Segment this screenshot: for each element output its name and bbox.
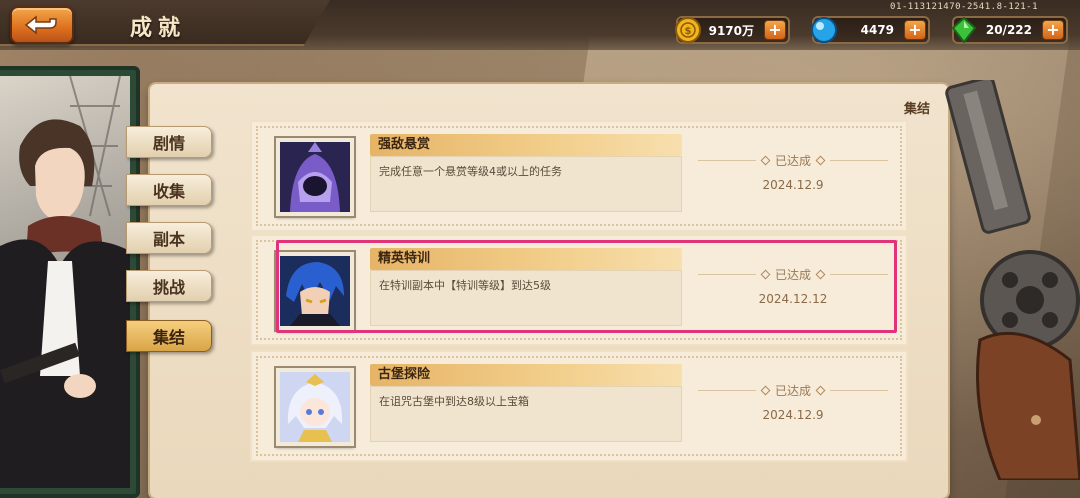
achievement-status: 已达成 [698, 150, 889, 170]
achievement-date: 2024.12.12 [758, 292, 828, 306]
stamina-resource: 20/222 + [951, 16, 1068, 44]
achievement-description: 完成任意一个悬赏等级4或以上的任务 [370, 156, 682, 212]
diamond-icon [760, 385, 771, 395]
status-text: 已达成 [775, 153, 812, 168]
divider [698, 389, 756, 391]
achievement-description: 在特训副本中【特训等级】到达5级 [370, 270, 682, 326]
achievement-card[interactable]: 强敌悬赏 完成任意一个悬赏等级4或以上的任务 已达成 2024.12.9 [252, 122, 906, 230]
diamond-icon [815, 269, 826, 279]
tab-challenge[interactable]: 挑战 [126, 270, 212, 302]
version-text: 01-113121470-2541.8-121-1 [890, 2, 1038, 12]
page-title: 成就 [130, 15, 187, 41]
status-text: 已达成 [775, 267, 812, 282]
top-bar: 成就 01-113121470-2541.8-121-1 $ 9170万 + 4… [0, 0, 1080, 50]
stamina-value: 20/222 [985, 23, 1032, 37]
gold-value: 9170万 [708, 23, 754, 38]
achievement-title: 精英特训 [370, 248, 682, 270]
tab-dungeon[interactable]: 副本 [126, 222, 212, 254]
divider [830, 159, 889, 161]
add-gem-button[interactable]: + [904, 20, 926, 40]
back-button[interactable] [10, 6, 74, 44]
add-stamina-button[interactable]: + [1042, 20, 1064, 40]
achievement-status: 已达成 [698, 380, 889, 400]
divider [830, 273, 889, 275]
gold-coin-icon: $ [672, 14, 704, 46]
diamond-icon [815, 155, 826, 165]
character-book [0, 66, 140, 498]
blue-gem-icon [808, 14, 840, 46]
achievement-date: 2024.12.9 [762, 408, 824, 422]
character-portrait [0, 76, 130, 488]
divider [698, 273, 756, 275]
gold-resource: $ 9170万 + [675, 16, 790, 44]
achievement-title: 古堡探险 [370, 364, 682, 386]
achievement-avatar [274, 250, 356, 332]
diamond-icon [760, 155, 771, 165]
revolver-decoration [945, 80, 1080, 480]
gem-resource: 4479 + [811, 16, 930, 44]
divider [698, 159, 756, 161]
diamond-icon [815, 385, 826, 395]
achievement-description: 在诅咒古堡中到达8级以上宝箱 [370, 386, 682, 442]
achievement-avatar [274, 136, 356, 218]
svg-text:$: $ [685, 26, 692, 37]
tab-collection[interactable]: 收集 [126, 174, 212, 206]
achievement-card[interactable]: 古堡探险 在诅咒古堡中到达8级以上宝箱 已达成 2024.12.9 [252, 352, 906, 460]
category-label: 集结 [903, 102, 930, 117]
green-crystal-icon [948, 14, 980, 46]
achievement-date: 2024.12.9 [762, 178, 824, 192]
diamond-icon [760, 269, 771, 279]
divider [830, 389, 889, 391]
status-text: 已达成 [775, 383, 812, 398]
gem-value: 4479 [860, 23, 894, 37]
achievement-avatar [274, 366, 356, 448]
achievement-title: 强敌悬赏 [370, 134, 682, 156]
tab-assemble[interactable]: 集结 [126, 320, 212, 352]
add-gold-button[interactable]: + [764, 20, 786, 40]
back-arrow-icon [24, 15, 57, 35]
achievement-card[interactable]: 精英特训 在特训副本中【特训等级】到达5级 已达成 2024.12.12 [252, 236, 906, 344]
tab-story[interactable]: 剧情 [126, 126, 212, 158]
achievement-status: 已达成 [698, 264, 889, 284]
